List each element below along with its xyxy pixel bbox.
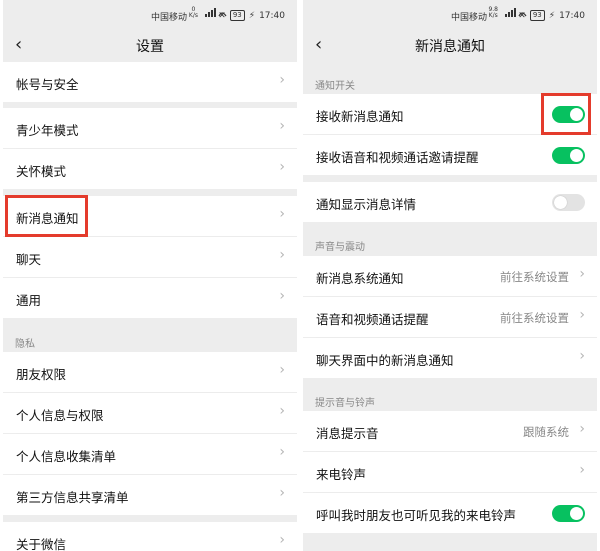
message-tone-value: 跟随系统 (523, 425, 569, 439)
status-right: ✕ 93 ⚡ 17:40 (518, 10, 585, 21)
carrier-label: 中国移动 (450, 13, 487, 23)
page-title: 新消息通知 (415, 39, 485, 55)
charging-icon: ⚡ (548, 10, 556, 21)
chevron-right-icon: › (579, 421, 585, 437)
show-message-detail-row: 通知显示消息详情 (303, 182, 597, 222)
settings-item-care-mode[interactable]: 关怀模式 › (3, 149, 297, 189)
settings-screen: 0 K/s 中国移动 ✕ 93 ⚡ 17:40 ‹ 设置 帐号与安全 › 青少年模… (3, 0, 297, 551)
settings-item-youth-mode[interactable]: 青少年模式 › (3, 108, 297, 148)
chevron-right-icon: › (279, 403, 285, 419)
section-privacy-label: 隐私 (15, 339, 35, 350)
settings-item-account-security[interactable]: 帐号与安全 › (3, 62, 297, 102)
chevron-right-icon: › (279, 118, 285, 134)
settings-item-general[interactable]: 通用 › (3, 278, 297, 318)
carrier-label: 中国移动 (150, 13, 187, 23)
status-bar: 0 K/s 中国移动 ✕ 93 ⚡ 17:40 (3, 0, 297, 26)
call-reminder-value: 前往系统设置 (500, 311, 569, 325)
status-right: ✕ 93 ⚡ 17:40 (218, 10, 285, 21)
chevron-right-icon: › (579, 348, 585, 364)
chevron-right-icon: › (279, 444, 285, 460)
receive-call-invite-toggle[interactable] (552, 147, 585, 164)
charging-icon: ⚡ (248, 10, 256, 21)
mute-icon: ✕ (218, 10, 226, 21)
battery-icon: 93 (229, 10, 245, 21)
chevron-right-icon: › (279, 362, 285, 378)
battery-icon: 93 (529, 10, 545, 21)
notification-screen: 9.8 K/s 中国移动 ✕ 93 ⚡ 17:40 ‹ 新消息通知 通知开关 接收… (303, 0, 597, 551)
network-speed: 9.8 K/s (488, 6, 498, 19)
call-reminder-row[interactable]: 语音和视频通话提醒 前往系统设置 › (303, 297, 597, 337)
system-notification-value: 前往系统设置 (500, 270, 569, 284)
chevron-right-icon: › (579, 462, 585, 478)
mute-icon: ✕ (518, 10, 526, 21)
ringtone-share-toggle[interactable] (552, 505, 585, 522)
chevron-right-icon: › (279, 247, 285, 263)
chevron-right-icon: › (279, 485, 285, 501)
section-sound-label: 声音与震动 (315, 242, 365, 253)
settings-item-info-collection[interactable]: 个人信息收集清单 › (3, 434, 297, 474)
navigation-bar: ‹ 设置 (3, 26, 297, 64)
chevron-right-icon: › (279, 532, 285, 548)
ringtone-share-row: 呼叫我时朋友也可听见我的来电铃声 (303, 493, 597, 533)
chevron-right-icon: › (279, 72, 285, 88)
highlight-box (541, 93, 591, 135)
show-message-detail-toggle[interactable] (552, 194, 585, 211)
highlight-box (5, 195, 88, 237)
clock: 17:40 (559, 10, 585, 21)
page-title: 设置 (136, 39, 164, 55)
settings-item-chat[interactable]: 聊天 › (3, 237, 297, 277)
section-ring-label: 提示音与铃声 (315, 398, 375, 409)
navigation-bar: ‹ 新消息通知 (303, 26, 597, 64)
receive-call-invite-row: 接收语音和视频通话邀请提醒 (303, 135, 597, 175)
chevron-right-icon: › (279, 206, 285, 222)
section-switch-label: 通知开关 (315, 81, 355, 92)
message-tone-row[interactable]: 消息提示音 跟随系统 › (303, 411, 597, 451)
system-notification-row[interactable]: 新消息系统通知 前往系统设置 › (303, 256, 597, 296)
settings-item-friend-permissions[interactable]: 朋友权限 › (3, 352, 297, 392)
ringtone-row[interactable]: 来电铃声 › (303, 452, 597, 492)
clock: 17:40 (259, 10, 285, 21)
settings-item-about[interactable]: 关于微信 › (3, 522, 297, 551)
settings-item-third-party-sharing[interactable]: 第三方信息共享清单 › (3, 475, 297, 515)
network-speed: 0 K/s (188, 6, 198, 19)
chevron-right-icon: › (279, 288, 285, 304)
chevron-right-icon: › (579, 266, 585, 282)
settings-item-personal-info[interactable]: 个人信息与权限 › (3, 393, 297, 433)
chevron-right-icon: › (279, 159, 285, 175)
chat-notification-row[interactable]: 聊天界面中的新消息通知 › (303, 338, 597, 378)
status-bar: 9.8 K/s 中国移动 ✕ 93 ⚡ 17:40 (303, 0, 597, 26)
chevron-right-icon: › (579, 307, 585, 323)
